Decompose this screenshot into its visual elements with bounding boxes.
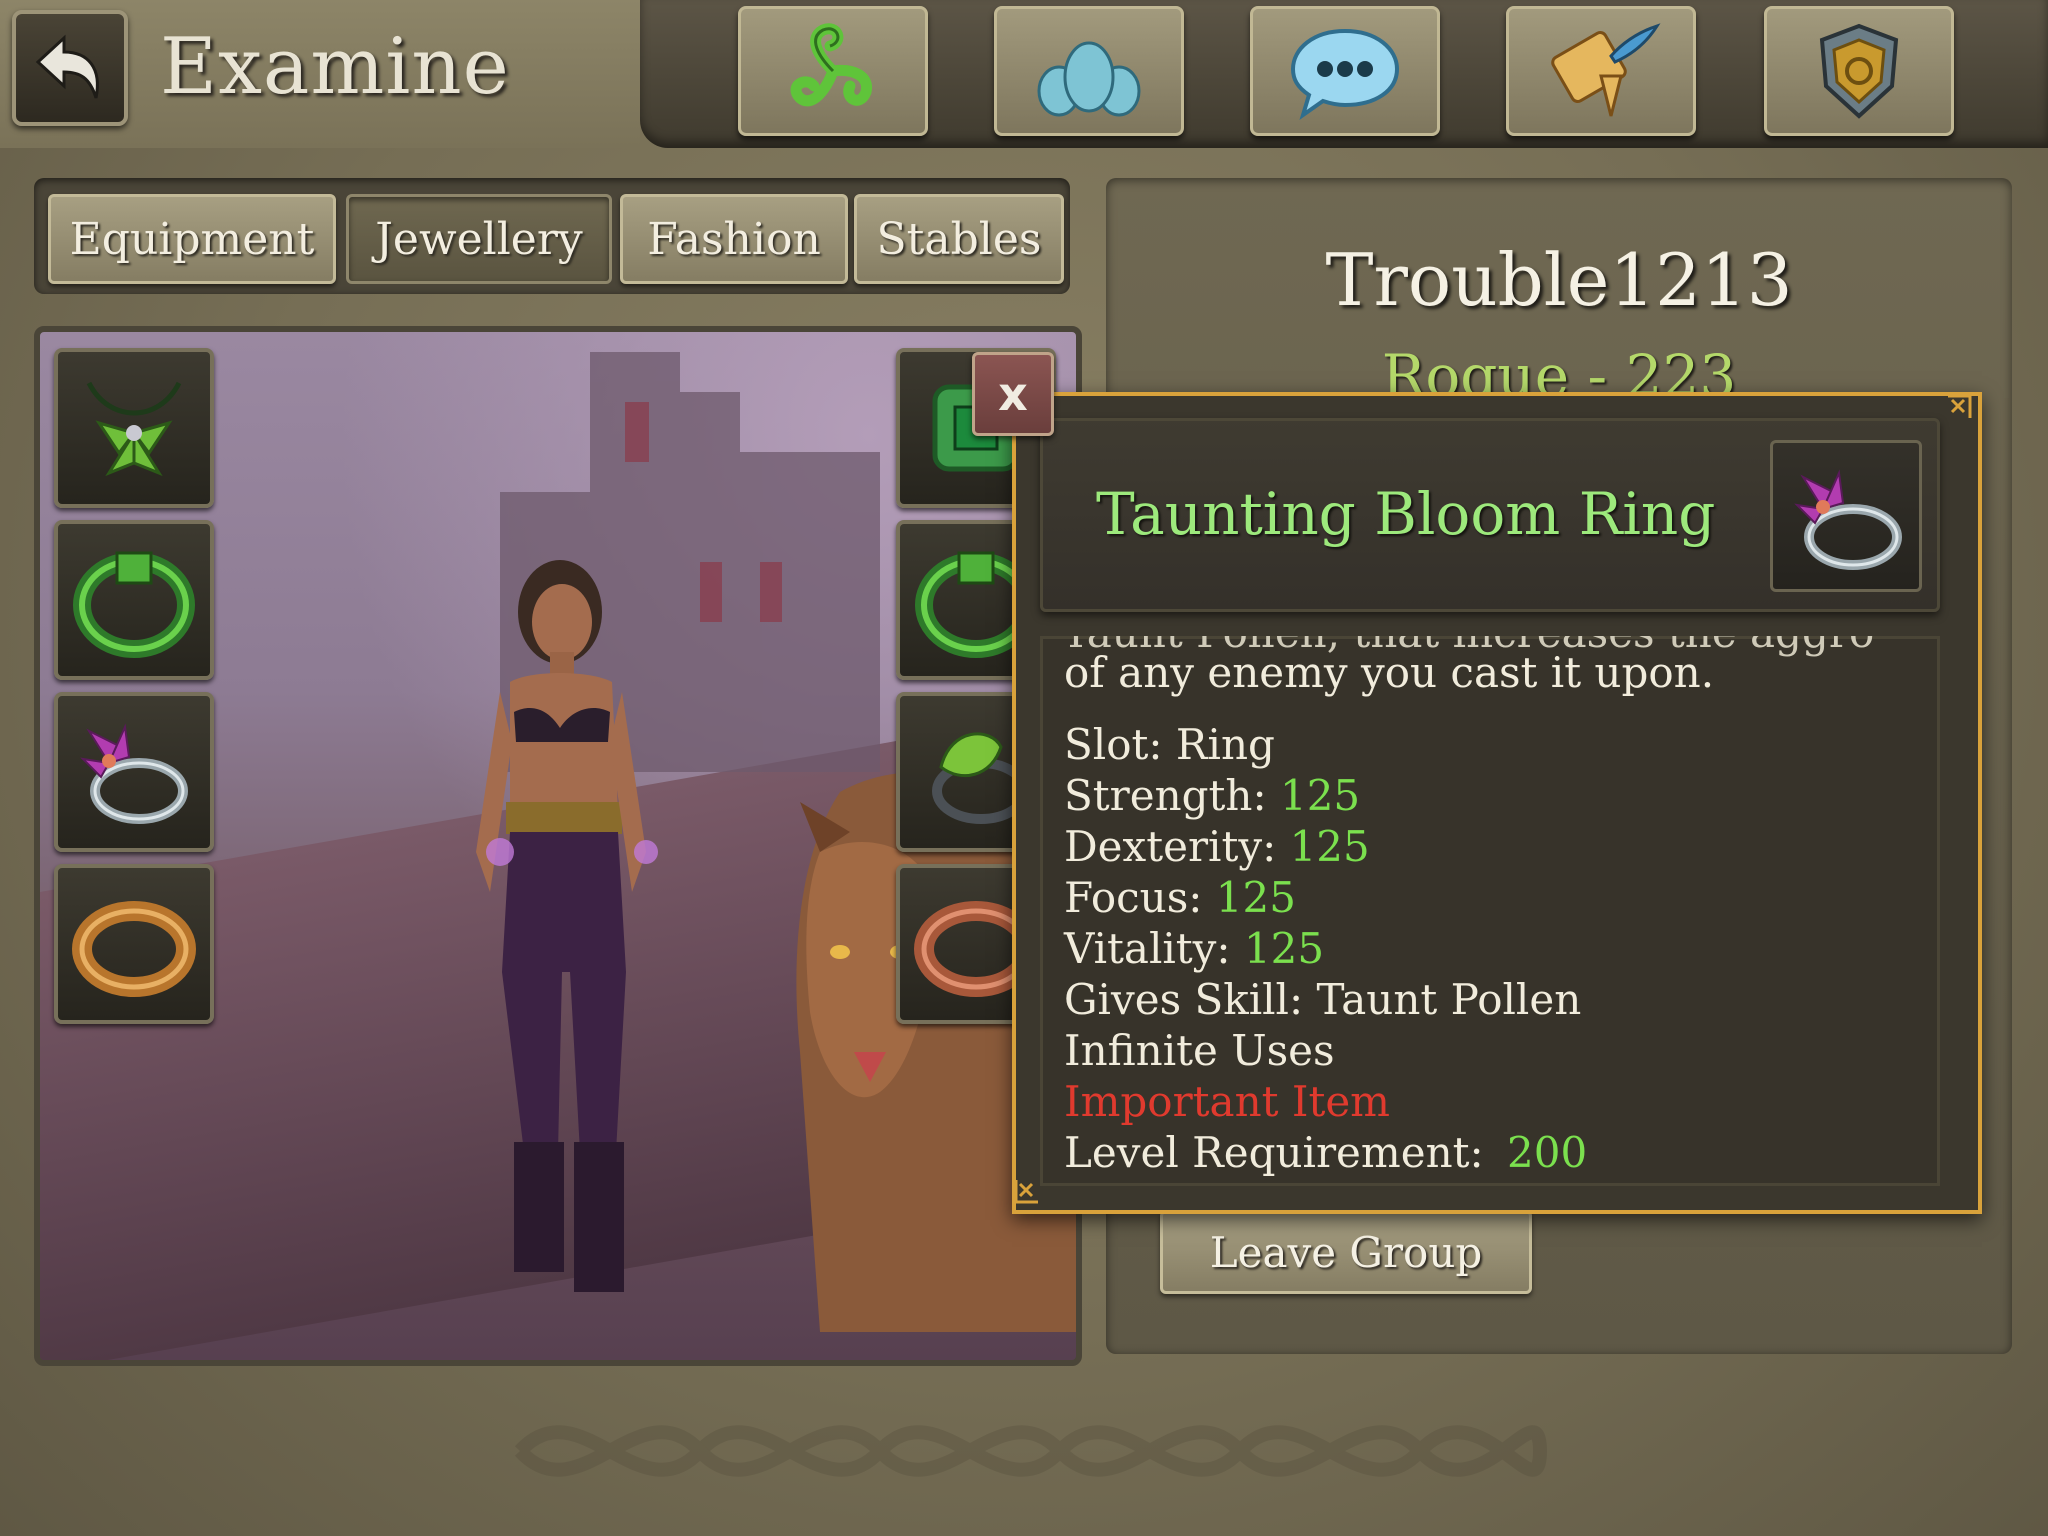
stat-label: Focus: [1064, 873, 1203, 922]
stat-value: 125 [1243, 924, 1325, 973]
bloom-ring-icon [1794, 469, 1902, 570]
tooltip-body[interactable]: Taunt Pollen, that increases the aggro o… [1040, 636, 1940, 1186]
chat-icon [1290, 28, 1400, 120]
tab-jewellery[interactable]: Jewellery [346, 194, 612, 284]
nav-button-guild[interactable] [994, 6, 1184, 136]
important-item-label: Important Item [1064, 1077, 1391, 1126]
character-model [476, 560, 658, 1292]
item-description: of any enemy you cast it upon. [1064, 648, 1715, 697]
stat-strength: Strength: 125 [1064, 771, 1360, 820]
stat-value: Taunt Pollen [1316, 975, 1582, 1024]
leaf-necklace-icon [86, 381, 182, 477]
green-bracelet-icon [73, 551, 195, 658]
slot-ring-1[interactable] [54, 692, 214, 852]
stat-label: Slot: [1064, 720, 1163, 769]
nav-button-quests[interactable] [1506, 6, 1696, 136]
shield-icon [1819, 23, 1899, 119]
stat-label: Level Requirement: [1064, 1128, 1484, 1177]
nav-button-chat[interactable] [1250, 6, 1440, 136]
item-name: Taunting Bloom Ring [1096, 480, 1716, 548]
stat-label: Strength: [1064, 771, 1267, 820]
slot-ring-2[interactable] [54, 864, 214, 1024]
slot-necklace[interactable] [54, 348, 214, 508]
bloom-ring-icon [80, 723, 188, 824]
stat-vitality: Vitality: 125 [1064, 924, 1324, 973]
nav-button-triskele[interactable] [738, 6, 928, 136]
stat-gives-skill: Gives Skill: Taunt Pollen [1064, 975, 1581, 1024]
stat-uses: Infinite Uses [1064, 1026, 1335, 1075]
character-name: Trouble1213 [1325, 238, 1793, 322]
back-arrow-icon [35, 34, 99, 99]
item-icon-frame [1770, 440, 1922, 592]
stat-value: 200 [1507, 1128, 1588, 1177]
celtic-knot-ornament [514, 1425, 1547, 1477]
tab-equipment[interactable]: Equipment [48, 194, 336, 284]
stat-slot: Slot: Ring [1064, 720, 1275, 769]
tab-stables[interactable]: Stables [854, 194, 1064, 284]
stat-level-requirement: Level Requirement: 200 [1064, 1128, 1587, 1177]
stat-label: Vitality: [1064, 924, 1231, 973]
stat-dexterity: Dexterity: 125 [1064, 822, 1370, 871]
stat-value: Ring [1175, 720, 1275, 769]
leave-group-button[interactable]: Leave Group [1160, 1210, 1532, 1294]
stat-value: 125 [1215, 873, 1296, 922]
back-button[interactable] [12, 10, 128, 126]
quest-scroll-icon [1551, 23, 1661, 117]
character-preview[interactable] [34, 326, 1082, 1366]
stat-label: Gives Skill: [1064, 975, 1304, 1024]
guild-icon [1037, 41, 1141, 117]
page-title: Examine [160, 22, 510, 112]
stat-value: 125 [1289, 822, 1370, 871]
corner-ornament-icon [1014, 1180, 1038, 1204]
gold-ring-icon [72, 901, 196, 997]
stat-label: Dexterity: [1064, 822, 1277, 871]
slot-bracelet-left[interactable] [54, 520, 214, 680]
tab-fashion[interactable]: Fashion [620, 194, 848, 284]
stat-value: 125 [1279, 771, 1361, 820]
corner-ornament-icon [1948, 394, 1972, 418]
close-tooltip-button[interactable]: x [972, 352, 1054, 436]
triskele-icon [790, 23, 873, 107]
stat-focus: Focus: 125 [1064, 873, 1296, 922]
nav-button-guild-shield[interactable] [1764, 6, 1954, 136]
